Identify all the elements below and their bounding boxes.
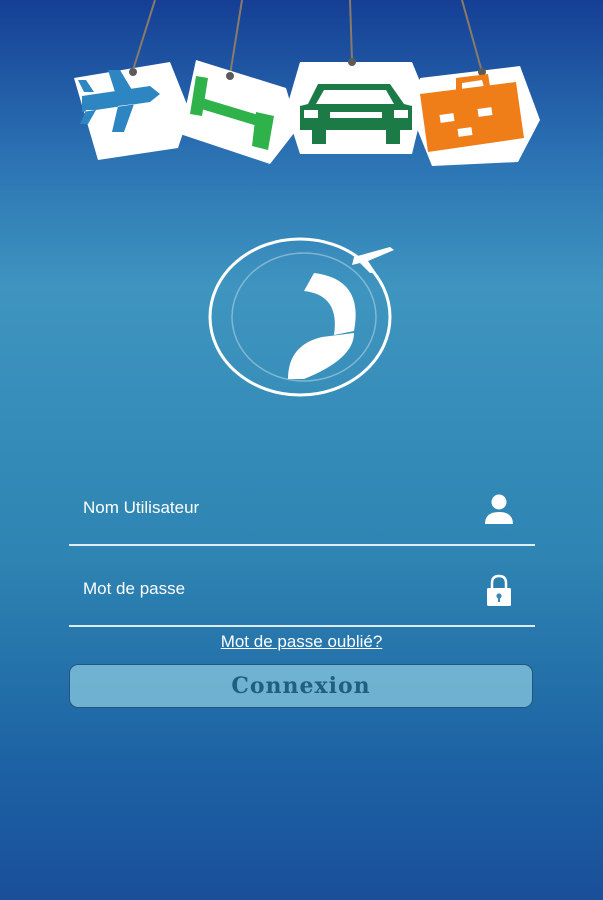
plane-icon [352, 247, 394, 273]
username-field[interactable] [69, 484, 535, 546]
airplane-tag-icon [74, 62, 190, 160]
username-input[interactable] [81, 492, 475, 524]
forgot-password-link[interactable]: Mot de passe oublié? [0, 632, 603, 652]
suitcase-tag-icon [412, 66, 540, 166]
globe-plane-logo [208, 237, 394, 397]
bed-tag-icon [180, 60, 298, 164]
password-field[interactable] [69, 565, 535, 627]
travel-tags-banner [74, 0, 540, 166]
user-icon [485, 494, 513, 524]
login-button[interactable]: Connexion [69, 664, 533, 708]
car-tag-icon [286, 58, 426, 154]
password-input[interactable] [81, 573, 475, 605]
lock-icon [487, 574, 511, 606]
